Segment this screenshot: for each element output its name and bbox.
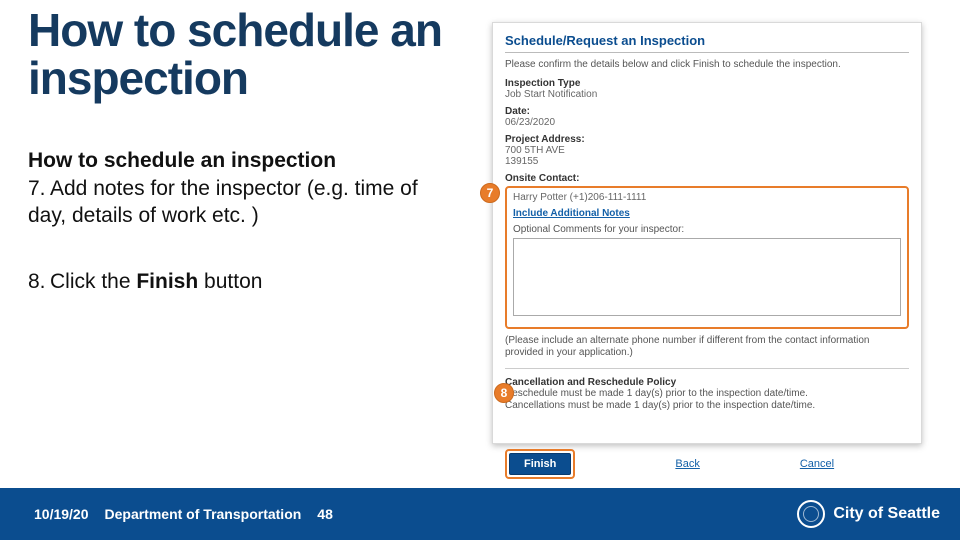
step-8-number: 8. [28,269,50,295]
optional-comments-label: Optional Comments for your inspector: [513,224,901,235]
screenshot-panel: Schedule/Request an Inspection Please co… [492,22,922,444]
city-logo-text: City of Seattle [833,505,940,523]
step-7: 7.Add notes for the inspector (e.g. time… [28,176,448,229]
policy-line-1: Reschedule must be made 1 day(s) prior t… [505,388,909,401]
inspector-notes-textarea[interactable] [513,238,901,316]
include-notes-link[interactable]: Include Additional Notes [513,208,630,219]
step-7-text: Add notes for the inspector (e.g. time o… [28,177,418,226]
callout-8: 8 [494,383,514,403]
page-title: How to schedule an inspection [28,6,448,103]
address-value-2: 139155 [505,156,909,167]
inspection-type-label: Inspection Type [505,78,909,89]
body-text: How to schedule an inspection 7.Add note… [28,148,448,321]
finish-highlight-box: Finish [505,449,575,479]
contact-value: Harry Potter (+1)206-111-1111 [513,192,901,203]
confirm-text: Please confirm the details below and cli… [505,59,909,72]
footer-bar: 10/19/20 Department of Transportation 48… [0,488,960,540]
back-link[interactable]: Back [675,458,699,470]
seal-icon [797,500,825,528]
divider [505,368,909,369]
policy-line-2: Cancellations must be made 1 day(s) prio… [505,400,909,413]
finish-button[interactable]: Finish [509,453,571,475]
footer-date: 10/19/20 [34,506,89,522]
button-row: Finish Back Cancel [505,449,909,479]
date-label: Date: [505,106,909,117]
step-8-text: Click the Finish button [50,270,262,293]
inspection-type-value: Job Start Notification [505,89,909,100]
address-value-1: 700 5TH AVE [505,145,909,156]
panel-title: Schedule/Request an Inspection [505,33,909,53]
step-7-number: 7. [28,176,50,202]
address-label: Project Address: [505,134,909,145]
step-8-post: button [198,270,262,293]
slide: How to schedule an inspection How to sch… [0,0,960,540]
contact-label: Onsite Contact: [505,173,909,184]
callout-7: 7 [480,183,500,203]
step-8: 8.Click the Finish button [28,269,448,295]
city-logo: City of Seattle [797,500,940,528]
footer-dept: Department of Transportation [105,506,302,522]
cancel-link[interactable]: Cancel [800,458,834,470]
date-value: 06/23/2020 [505,117,909,128]
city-pre: City of [833,505,887,522]
policy-label: Cancellation and Reschedule Policy [505,377,909,388]
notes-highlight-box: Harry Potter (+1)206-111-1111 Include Ad… [505,186,909,329]
step-8-pre: Click the [50,270,136,293]
step-8-bold: Finish [136,270,198,293]
alt-phone-note: (Please include an alternate phone numbe… [505,335,909,360]
body-subhead: How to schedule an inspection [28,148,448,174]
city-bold: Seattle [888,505,940,522]
footer-page: 48 [317,506,333,522]
